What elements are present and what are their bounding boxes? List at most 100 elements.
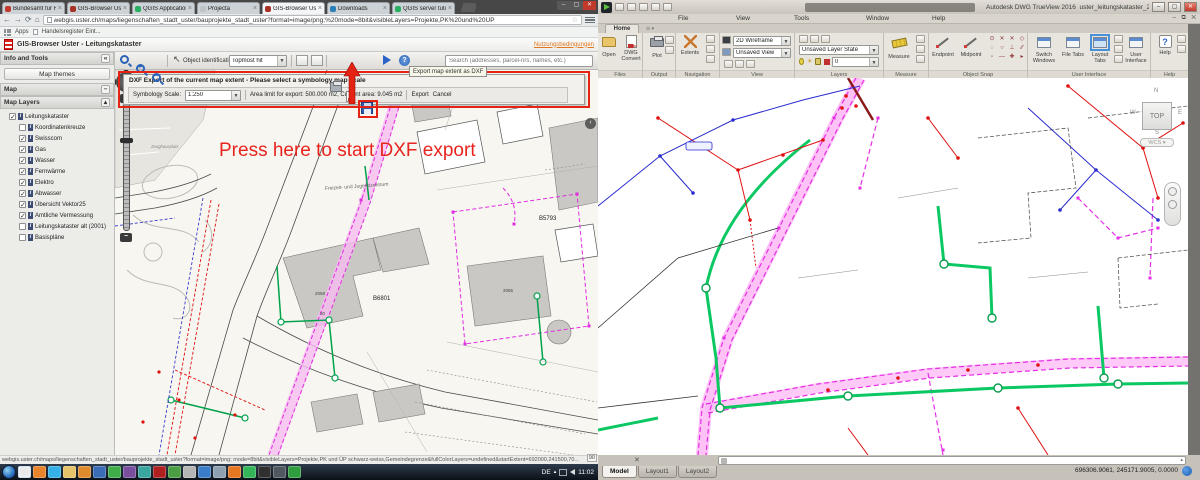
layer-row[interactable]: ▸ i Basispläne — [2, 232, 114, 243]
visual-style-select[interactable]: 2D Wireframe ▼ — [733, 36, 791, 46]
maximize-button[interactable]: ▢ — [1168, 2, 1181, 12]
tab-close-icon[interactable]: × — [318, 6, 322, 12]
snap-center-icon[interactable]: ⊙ — [987, 35, 997, 44]
map-canvas[interactable]: Freizeit- und Jugendzentrum B5793 B6801 … — [115, 70, 598, 455]
layer-lock-icon[interactable] — [815, 58, 821, 65]
publish-icon[interactable] — [665, 46, 674, 54]
pan-left-icon[interactable] — [115, 79, 116, 85]
taskbar-app-icon[interactable] — [153, 466, 166, 478]
dwg-convert-button[interactable]: DWG Convert — [617, 35, 645, 62]
tab-close-icon[interactable]: × — [253, 6, 257, 12]
taskbar-app-icon[interactable] — [78, 466, 91, 478]
layer-checkbox[interactable] — [19, 190, 26, 197]
browser-tab[interactable]: GIS-Browser Uster × — [67, 2, 130, 14]
share-arrow-icon[interactable] — [383, 55, 391, 65]
menu-view[interactable]: View — [736, 15, 750, 22]
taskbar-app-icon[interactable] — [288, 466, 301, 478]
help-button[interactable]: ? Help — [1151, 35, 1179, 56]
snap-quadrant-icon[interactable]: ◌ — [987, 44, 997, 53]
browser-menu-icon[interactable] — [585, 17, 595, 24]
pan-tool-icon[interactable] — [1168, 200, 1177, 209]
layer-info-icon[interactable]: i — [28, 234, 33, 241]
layer-row[interactable]: ▸ i Abwasser — [2, 188, 114, 199]
url-omnibox[interactable]: webgis.uster.ch/maps/liegenschaften_stad… — [43, 15, 582, 25]
layout-tab[interactable]: Layout2 — [678, 466, 717, 478]
user-interface-button[interactable]: User Interface — [1122, 35, 1150, 64]
full-navigation-wheel-icon[interactable] — [1168, 187, 1177, 196]
snap-nearest-icon[interactable]: ◇ — [1017, 35, 1027, 44]
map-themes-button[interactable]: Map themes — [4, 68, 110, 80]
trueview-logo-icon[interactable] — [601, 2, 612, 13]
zoom-in-icon[interactable]: + — [136, 64, 145, 73]
layer-info-icon[interactable]: i — [28, 179, 33, 186]
taskbar-app-icon[interactable] — [228, 466, 241, 478]
communication-center-icon[interactable] — [1182, 466, 1192, 476]
layer-info-icon[interactable]: i — [28, 168, 33, 175]
taskbar-app-icon[interactable] — [183, 466, 196, 478]
preview-icon[interactable] — [665, 36, 674, 44]
measure-button[interactable]: Measure — [885, 35, 913, 60]
layer-row[interactable]: ▸ i Swisscom — [2, 133, 114, 144]
zoom-slider[interactable] — [123, 103, 130, 231]
file-tabs-button[interactable]: File Tabs — [1060, 35, 1086, 58]
layout-tab[interactable]: Layout1 — [638, 466, 677, 478]
bookmark-item[interactable]: Handelsregister Eint... — [42, 29, 101, 35]
list-icon[interactable] — [916, 45, 925, 53]
id-point-icon[interactable] — [916, 35, 925, 43]
menu-tools[interactable]: Tools — [794, 15, 809, 22]
tray-expand-icon[interactable]: ▴ — [554, 469, 557, 475]
layer-checkbox[interactable] — [19, 179, 26, 186]
menu-file[interactable]: File — [678, 15, 688, 22]
snap-intersection-icon[interactable]: ✕ — [1007, 35, 1017, 44]
tab-close-icon[interactable]: × — [188, 6, 192, 12]
viewcube-south[interactable]: S — [1155, 130, 1159, 136]
taskbar-app-icon[interactable] — [123, 466, 136, 478]
reload-icon[interactable]: ⟳ — [25, 15, 32, 25]
snap-mode-grid[interactable]: ⊙ ✕ ✕ ◇ ◌ ○ ⊥ ∕∕ ▫ — ✚ ▸ — [987, 35, 1027, 62]
undo-icon[interactable] — [651, 3, 660, 11]
layer-on-bulb-icon[interactable] — [799, 58, 804, 65]
orbit-icon[interactable] — [706, 55, 715, 63]
layer-info-icon[interactable]: i — [18, 113, 23, 120]
plot-icon[interactable] — [639, 3, 648, 11]
layer-checkbox[interactable] — [9, 113, 16, 120]
snap-node-icon[interactable]: ✕ — [997, 35, 1007, 44]
layer-info-icon[interactable]: i — [28, 201, 33, 208]
command-window-close-icon[interactable]: ✕ — [634, 456, 640, 464]
close-button[interactable]: ✕ — [583, 1, 596, 10]
tab-close-icon[interactable]: × — [383, 6, 387, 12]
start-button[interactable] — [2, 465, 16, 479]
layer-row[interactable]: ▸ i Wasser — [2, 155, 114, 166]
taskbar-app-icon[interactable] — [243, 466, 256, 478]
browser-tab[interactable]: QGIS Application × — [132, 2, 195, 14]
back-icon[interactable]: ← — [3, 15, 11, 25]
bookmark-star-icon[interactable]: ☆ — [572, 16, 578, 24]
layer-checkbox[interactable] — [19, 124, 26, 131]
command-customize-icon[interactable] — [721, 458, 727, 464]
zoom-out-icon[interactable]: − — [152, 73, 161, 82]
viewport-icon[interactable] — [724, 60, 733, 68]
navigation-bar[interactable] — [1164, 182, 1181, 226]
viewport-icon[interactable] — [746, 60, 755, 68]
layer-freeze-sun-icon[interactable]: ☀ — [807, 58, 812, 65]
export-pdf-icon[interactable] — [346, 91, 355, 102]
layer-row[interactable]: ▸ i Koordinatenkreuze — [2, 122, 114, 133]
layer-checkbox[interactable] — [19, 223, 26, 230]
current-layer-select[interactable]: 0 ▼ — [832, 57, 879, 67]
layer-info-icon[interactable]: i — [28, 212, 33, 219]
menu-help[interactable]: Help — [932, 15, 945, 22]
new-tab-button[interactable] — [461, 3, 478, 12]
collapse-panel-button[interactable]: « — [101, 54, 110, 63]
layer-info-icon[interactable]: i — [28, 135, 33, 142]
minimize-button[interactable]: – — [1152, 2, 1165, 12]
snap-parallel-icon[interactable]: ∕∕ — [1017, 44, 1027, 53]
taskbar-app-icon[interactable] — [93, 466, 106, 478]
expand-section-icon[interactable]: ▴ — [101, 98, 110, 107]
measure-tool-icon[interactable] — [296, 55, 308, 66]
layer-info-icon[interactable]: i — [28, 157, 33, 164]
chevron-down-icon[interactable]: ▼ — [781, 37, 790, 45]
cancel-button[interactable]: Cancel — [433, 92, 452, 98]
tab-close-icon[interactable]: × — [58, 6, 62, 12]
minimize-button[interactable]: – — [557, 1, 570, 10]
extents-button[interactable]: Extents — [676, 35, 704, 56]
